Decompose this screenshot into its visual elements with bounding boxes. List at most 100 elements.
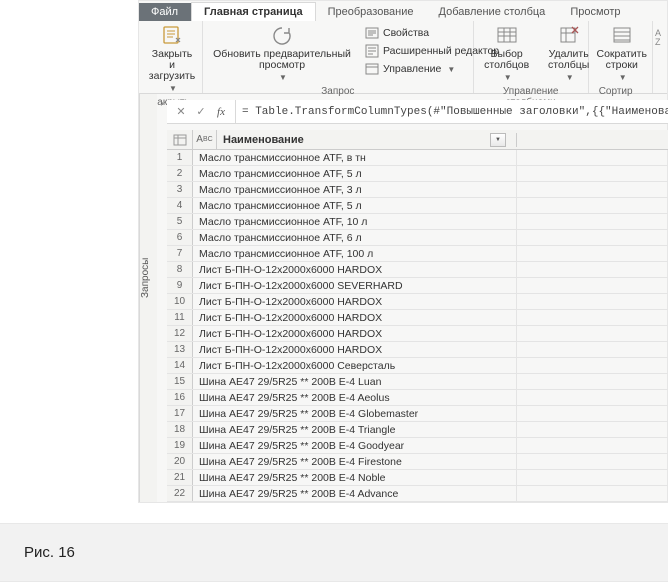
cell-name[interactable]: Шина AE47 29/5R25 ** 200B E-4 Globemaste… <box>193 406 517 421</box>
table-row[interactable]: 4Масло трансмиссионное ATF, 5 л <box>167 198 668 214</box>
row-number[interactable]: 22 <box>167 486 193 501</box>
table-rows: 1Масло трансмиссионное ATF, в тн2Масло т… <box>167 150 668 502</box>
column-header-name[interactable]: Наименование ▼ <box>217 133 517 147</box>
table-row[interactable]: 1Масло трансмиссионное ATF, в тн <box>167 150 668 166</box>
row-number[interactable]: 9 <box>167 278 193 293</box>
cell-name[interactable]: Масло трансмиссионное ATF, в тн <box>193 150 517 165</box>
cell-name[interactable]: Лист Б-ПН-О-12х2000х6000 HARDOX <box>193 342 517 357</box>
cell-name[interactable]: Шина AE47 29/5R25 ** 200B E-4 Goodyear <box>193 438 517 453</box>
row-number[interactable]: 14 <box>167 358 193 373</box>
cell-name[interactable]: Шина AE47 29/5R25 ** 200B E-4 Aeolus <box>193 390 517 405</box>
cell-name[interactable]: Лист Б-ПН-О-12х2000х6000 HARDOX <box>193 262 517 277</box>
editor-window: Файл Главная страница Преобразование Доб… <box>138 0 668 503</box>
table-row[interactable]: 2Масло трансмиссионное ATF, 5 л <box>167 166 668 182</box>
cell-name[interactable]: Масло трансмиссионное ATF, 10 л <box>193 214 517 229</box>
table-row[interactable]: 11Лист Б-ПН-О-12х2000х6000 HARDOX <box>167 310 668 326</box>
select-all-corner[interactable] <box>167 130 193 149</box>
row-number[interactable]: 4 <box>167 198 193 213</box>
manage-label: Управление <box>383 63 441 75</box>
reduce-rows-label: Сократить строки <box>597 49 647 71</box>
properties-icon <box>365 26 379 40</box>
table-row[interactable]: 16Шина AE47 29/5R25 ** 200B E-4 Aeolus <box>167 390 668 406</box>
row-number[interactable]: 11 <box>167 310 193 325</box>
table-row[interactable]: 7Масло трансмиссионное ATF, 100 л <box>167 246 668 262</box>
cell-name[interactable]: Шина AE47 29/5R25 ** 200B E-4 Luan <box>193 374 517 389</box>
table-row[interactable]: 19Шина AE47 29/5R25 ** 200B E-4 Goodyear <box>167 438 668 454</box>
refresh-icon <box>271 25 293 47</box>
chevron-down-icon: ▼ <box>619 73 627 82</box>
cell-name[interactable]: Шина AE47 29/5R25 ** 200B E-4 Advance <box>193 486 517 501</box>
cell-name[interactable]: Масло трансмиссионное ATF, 6 л <box>193 230 517 245</box>
table-row[interactable]: 21Шина AE47 29/5R25 ** 200B E-4 Noble <box>167 470 668 486</box>
row-number[interactable]: 18 <box>167 422 193 437</box>
row-number[interactable]: 21 <box>167 470 193 485</box>
table-row[interactable]: 10Лист Б-ПН-О-12х2000х6000 HARDOX <box>167 294 668 310</box>
chevron-down-icon: ▼ <box>279 73 287 82</box>
close-and-load-button[interactable]: Закрыть и загрузить ▼ <box>143 23 201 95</box>
cell-name[interactable]: Шина AE47 29/5R25 ** 200B E-4 Firestone <box>193 454 517 469</box>
table-row[interactable]: 18Шина AE47 29/5R25 ** 200B E-4 Triangle <box>167 422 668 438</box>
refresh-preview-button[interactable]: Обновить предварительный просмотр ▼ <box>207 23 357 84</box>
cancel-formula-icon[interactable]: ✕ <box>173 104 189 120</box>
cell-name[interactable]: Лист Б-ПН-О-12х2000х6000 Северсталь <box>193 358 517 373</box>
properties-label: Свойства <box>383 27 429 39</box>
table-row[interactable]: 13Лист Б-ПН-О-12х2000х6000 HARDOX <box>167 342 668 358</box>
fx-icon[interactable]: fx <box>213 104 229 120</box>
choose-columns-button[interactable]: Выбор столбцов ▼ <box>478 23 536 84</box>
row-number[interactable]: 8 <box>167 262 193 277</box>
table-row[interactable]: 15Шина AE47 29/5R25 ** 200B E-4 Luan <box>167 374 668 390</box>
table-row[interactable]: 22Шина AE47 29/5R25 ** 200B E-4 Advance <box>167 486 668 502</box>
formula-input[interactable]: = Table.TransformColumnTypes(#"Повышенны… <box>236 106 668 118</box>
row-number[interactable]: 19 <box>167 438 193 453</box>
table-row[interactable]: 9Лист Б-ПН-О-12х2000х6000 SEVERHARD <box>167 278 668 294</box>
row-number[interactable]: 5 <box>167 214 193 229</box>
row-number[interactable]: 20 <box>167 454 193 469</box>
cell-name[interactable]: Масло трансмиссионное ATF, 100 л <box>193 246 517 261</box>
figure-caption: Рис. 16 <box>24 544 668 561</box>
column-type-icon[interactable]: ABC <box>193 130 217 149</box>
row-number[interactable]: 13 <box>167 342 193 357</box>
cell-name[interactable]: Масло трансмиссионное ATF, 5 л <box>193 166 517 181</box>
row-number[interactable]: 10 <box>167 294 193 309</box>
cell-name[interactable]: Лист Б-ПН-О-12х2000х6000 HARDOX <box>193 294 517 309</box>
column-filter-button[interactable]: ▼ <box>490 133 506 147</box>
row-number[interactable]: 7 <box>167 246 193 261</box>
row-number[interactable]: 12 <box>167 326 193 341</box>
sort-partial[interactable]: AZ <box>653 21 667 93</box>
table-row[interactable]: 17Шина AE47 29/5R25 ** 200B E-4 Globemas… <box>167 406 668 422</box>
tab-add-column[interactable]: Добавление столбца <box>427 3 559 21</box>
queries-pane-tab[interactable]: Запросы <box>139 94 157 502</box>
table-row[interactable]: 8Лист Б-ПН-О-12х2000х6000 HARDOX <box>167 262 668 278</box>
row-number[interactable]: 1 <box>167 150 193 165</box>
remove-columns-label: Удалить столбцы <box>548 49 589 71</box>
cell-name[interactable]: Лист Б-ПН-О-12х2000х6000 HARDOX <box>193 310 517 325</box>
table-row[interactable]: 3Масло трансмиссионное ATF, 3 л <box>167 182 668 198</box>
pane-expand-toggle[interactable]: › <box>157 94 167 502</box>
cell-name[interactable]: Лист Б-ПН-О-12х2000х6000 HARDOX <box>193 326 517 341</box>
cell-name[interactable]: Шина AE47 29/5R25 ** 200B E-4 Triangle <box>193 422 517 437</box>
row-number[interactable]: 2 <box>167 166 193 181</box>
cell-name[interactable]: Масло трансмиссионное ATF, 5 л <box>193 198 517 213</box>
table-row[interactable]: 6Масло трансмиссионное ATF, 6 л <box>167 230 668 246</box>
tab-transform[interactable]: Преобразование <box>316 3 427 21</box>
row-number[interactable]: 6 <box>167 230 193 245</box>
row-number[interactable]: 16 <box>167 390 193 405</box>
row-number[interactable]: 15 <box>167 374 193 389</box>
table-row[interactable]: 14Лист Б-ПН-О-12х2000х6000 Северсталь <box>167 358 668 374</box>
cell-name[interactable]: Шина AE47 29/5R25 ** 200B E-4 Noble <box>193 470 517 485</box>
tab-view[interactable]: Просмотр <box>558 3 633 21</box>
remove-columns-icon <box>558 25 580 47</box>
table-row[interactable]: 5Масло трансмиссионное ATF, 10 л <box>167 214 668 230</box>
tab-file[interactable]: Файл <box>139 3 191 21</box>
cell-name[interactable]: Масло трансмиссионное ATF, 3 л <box>193 182 517 197</box>
row-number[interactable]: 17 <box>167 406 193 421</box>
chevron-down-icon: ▼ <box>169 84 177 93</box>
cell-name[interactable]: Лист Б-ПН-О-12х2000х6000 SEVERHARD <box>193 278 517 293</box>
row-number[interactable]: 3 <box>167 182 193 197</box>
tab-home[interactable]: Главная страница <box>191 2 316 21</box>
accept-formula-icon[interactable]: ✓ <box>193 104 209 120</box>
reduce-rows-button[interactable]: Сократить строки ▼ <box>593 23 651 84</box>
table-row[interactable]: 20Шина AE47 29/5R25 ** 200B E-4 Fireston… <box>167 454 668 470</box>
ribbon: Закрыть и загрузить ▼ Закрыть Обновить п… <box>139 21 667 94</box>
table-row[interactable]: 12Лист Б-ПН-О-12х2000х6000 HARDOX <box>167 326 668 342</box>
